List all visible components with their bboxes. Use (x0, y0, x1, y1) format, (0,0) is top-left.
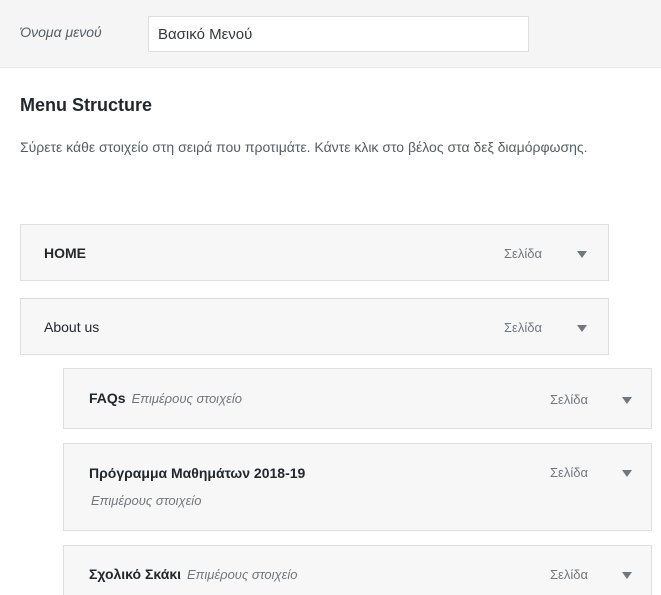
menu-item-type: Σελίδα (504, 320, 542, 335)
menu-item-title: HOME (44, 245, 86, 261)
menu-editor: Όνομα μενού Menu Structure Σύρετε κάθε σ… (0, 0, 661, 595)
menu-structure-instructions: Σύρετε κάθε στοιχείο στη σειρά που προτι… (20, 139, 588, 155)
menu-item-title: FAQs Επιμέρους στοιχείο (89, 390, 243, 406)
menu-item-programma-mathimaton[interactable]: Πρόγραμμα Μαθημάτων 2018-19 Επιμέρους στ… (63, 443, 652, 531)
menu-item-type: Σελίδα (504, 246, 542, 261)
menu-item-title: Πρόγραμμα Μαθημάτων 2018-19 (89, 465, 306, 481)
menu-name-label: Όνομα μενού (20, 24, 102, 40)
menu-name-input[interactable] (148, 16, 529, 52)
menu-name-bar: Όνομα μενού (0, 0, 661, 68)
menu-item-subitem-label: Επιμέρους στοιχείο (187, 567, 298, 582)
menu-item-title: Σχολικό Σκάκι Επιμέρους στοιχείο (89, 566, 298, 582)
triangle-down-icon[interactable] (572, 318, 592, 338)
menu-item-subitem-label: Επιμέρους στοιχείο (131, 391, 243, 406)
triangle-down-icon[interactable] (617, 565, 637, 585)
menu-item-title: About us (44, 319, 100, 335)
menu-item-home[interactable]: HOME Σελίδα (20, 224, 609, 281)
triangle-down-icon[interactable] (617, 463, 637, 483)
menu-item-type: Σελίδα (550, 567, 588, 582)
menu-item-subitem-label: Επιμέρους στοιχείο (91, 493, 202, 508)
menu-structure-title: Menu Structure (20, 95, 153, 115)
menu-item-scholiko-skaki[interactable]: Σχολικό Σκάκι Επιμέρους στοιχείο Σελίδα (63, 545, 652, 595)
triangle-down-icon[interactable] (617, 390, 637, 410)
menu-item-faqs[interactable]: FAQs Επιμέρους στοιχείο Σελίδα (63, 368, 652, 429)
menu-item-about-us[interactable]: About us Σελίδα (20, 298, 609, 355)
triangle-down-icon[interactable] (572, 244, 592, 264)
menu-item-type: Σελίδα (550, 392, 588, 407)
menu-item-type: Σελίδα (550, 465, 588, 480)
